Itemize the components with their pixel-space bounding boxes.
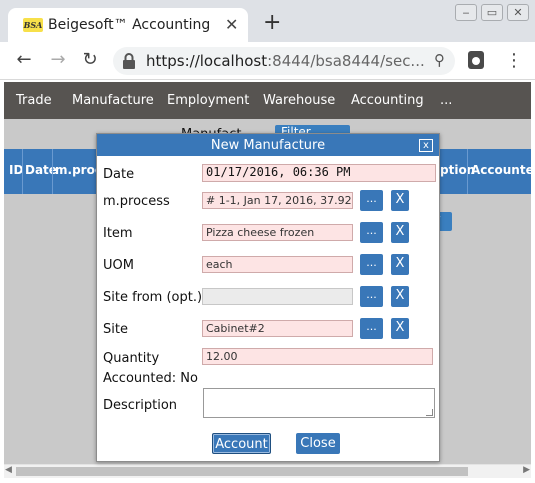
account-button[interactable]: Account [212,433,271,454]
col-accounted[interactable]: Accounted [471,163,535,177]
description-label: Description [103,398,178,413]
minimize-icon[interactable]: ‒ [455,4,477,21]
lock-icon [123,53,135,69]
new-tab-icon[interactable]: + [263,12,281,34]
col-mprocess[interactable]: m.proc [55,163,102,177]
col-divider [467,149,468,194]
new-manufacture-dialog: New Manufacture x Date 01/17/2016, 06:36… [96,133,440,462]
mprocess-select-button[interactable]: ... [360,190,383,211]
url-text: https://localhost:8444/bsa8444/sec... [146,52,425,70]
nav-item-warehouse[interactable]: Warehouse [263,93,335,108]
browser-menu-icon[interactable]: ⋮ [505,50,523,71]
item-select-button[interactable]: ... [360,222,383,243]
site-from-clear-button[interactable]: X [391,286,409,307]
col-divider [52,149,53,194]
window-close-icon[interactable]: ✕ [507,4,529,21]
site-label: Site [103,322,128,337]
scroll-right-icon[interactable]: ▶ [523,465,530,475]
scrollbar-thumb[interactable] [16,467,468,476]
forward-arrow-icon[interactable]: → [48,50,68,70]
dialog-close-icon[interactable]: x [419,139,433,152]
item-clear-button[interactable]: X [391,222,409,243]
quantity-field[interactable]: 12.00 [202,348,433,365]
item-field[interactable]: Pizza cheese frozen [202,224,353,241]
site-field[interactable]: Cabinet#2 [202,320,353,337]
bsa-favicon-icon: BSA [23,18,43,32]
site-from-label: Site from (opt.) [103,290,203,305]
mprocess-label: m.process [103,194,170,209]
date-field[interactable]: 01/17/2016, 06:36 PM [202,164,436,182]
tab-close-icon[interactable]: ✕ [225,15,238,34]
dialog-title: New Manufacture [210,138,326,153]
mprocess-field[interactable]: # 1-1, Jan 17, 2016, 37.92 [202,192,353,209]
nav-item-trade[interactable]: Trade [16,93,52,108]
browser-tab-strip: BSA Beigesoft™ Accounting ✕ + ‒ ▭ ✕ [0,0,535,42]
browser-toolbar: ← → ↻ https://localhost:8444/bsa8444/sec… [0,42,535,80]
col-divider [22,149,23,194]
site-clear-button[interactable]: X [391,318,409,339]
site-from-field[interactable] [202,288,353,305]
col-description[interactable]: ption [440,163,475,177]
page-edge [531,82,535,483]
tab-title: Beigesoft™ Accounting [48,17,211,33]
close-button[interactable]: Close [296,433,340,454]
nav-item-employment[interactable]: Employment [167,93,249,108]
app-nav-bar: Trade Manufacture Employment Warehouse A… [4,82,531,119]
nav-item-accounting[interactable]: Accounting [351,93,424,108]
site-from-select-button[interactable]: ... [360,286,383,307]
uom-label: UOM [103,258,134,273]
uom-select-button[interactable]: ... [360,254,383,275]
maximize-icon[interactable]: ▭ [481,4,503,21]
site-select-button[interactable]: ... [360,318,383,339]
extension-icon[interactable] [468,51,484,69]
back-arrow-icon[interactable]: ← [14,50,34,70]
item-label: Item [103,226,133,241]
mprocess-clear-button[interactable]: X [391,190,409,211]
quantity-label: Quantity [103,351,160,366]
reload-icon[interactable]: ↻ [80,50,100,70]
uom-field[interactable]: each [202,256,353,273]
uom-clear-button[interactable]: X [391,254,409,275]
address-bar[interactable]: https://localhost:8444/bsa8444/sec... ⚲ [113,47,455,75]
date-label: Date [103,167,135,182]
description-textarea[interactable] [203,388,435,418]
horizontal-scrollbar[interactable]: ◀ ▶ [4,464,531,478]
nav-item-manufacture[interactable]: Manufacture [72,93,154,108]
nav-item-more[interactable]: ... [440,93,452,108]
scroll-left-icon[interactable]: ◀ [5,465,12,475]
zoom-search-icon[interactable]: ⚲ [434,51,445,69]
browser-tab[interactable]: BSA Beigesoft™ Accounting ✕ [8,8,248,42]
accounted-status: Accounted: No [103,371,198,386]
dialog-header[interactable]: New Manufacture x [97,134,439,156]
